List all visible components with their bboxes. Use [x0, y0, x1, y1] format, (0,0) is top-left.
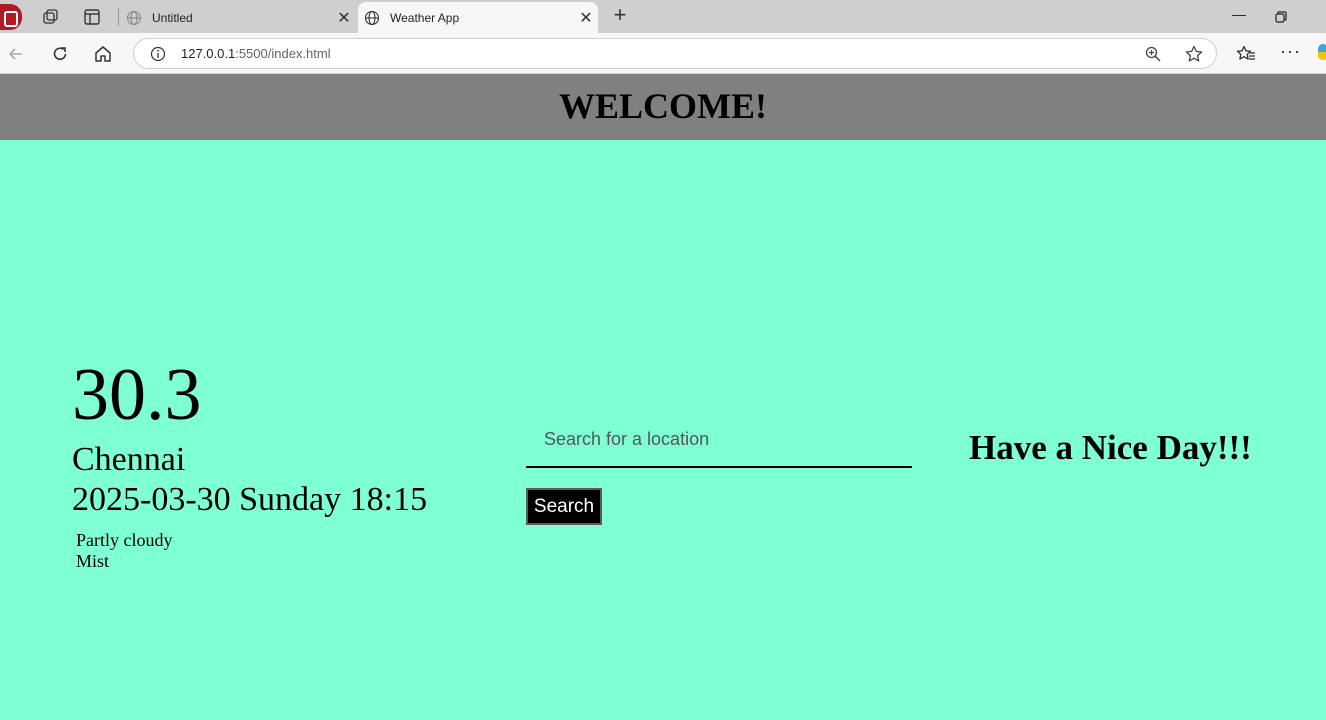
star-icon[interactable]: [1184, 44, 1204, 64]
condition-text: Partly cloudy: [76, 530, 173, 550]
url-path: :5500/index.html: [235, 46, 331, 61]
tab-title: Untitled: [152, 10, 193, 25]
date-time: 2025-03-30 Sunday 18:15: [72, 481, 428, 518]
temperature-value: 30.3: [72, 354, 202, 436]
url-text[interactable]: 127.0.0.1:5500/index.html: [181, 46, 331, 61]
plus-icon[interactable]: +: [608, 4, 632, 28]
close-icon[interactable]: ✕: [574, 8, 598, 28]
condition-text: Mist: [76, 551, 110, 571]
copilot-icon[interactable]: [1318, 44, 1326, 60]
close-icon[interactable]: ✕: [332, 8, 356, 28]
minimize-icon[interactable]: —: [1227, 6, 1251, 28]
tab-separator: [118, 8, 119, 26]
refresh-icon[interactable]: [50, 44, 70, 64]
url-host: 127.0.0.1: [181, 46, 236, 61]
globe-icon: [364, 10, 380, 25]
browser-toolbar: 127.0.0.1:5500/index.html ···: [0, 33, 1326, 74]
search-button[interactable]: Search: [526, 488, 602, 525]
page-title: WELCOME!: [558, 86, 767, 126]
restore-icon[interactable]: [1273, 9, 1289, 25]
tab-weather-app[interactable]: Weather App ✕: [358, 2, 598, 33]
greeting-text: Have a Nice Day!!!: [969, 428, 1252, 467]
city-name: Chennai: [72, 441, 186, 478]
globe-icon: [126, 10, 142, 25]
page-header: WELCOME!: [0, 74, 1326, 140]
home-icon[interactable]: [93, 44, 113, 64]
info-icon[interactable]: [150, 46, 166, 62]
zoom-icon[interactable]: [1144, 45, 1162, 63]
browser-tab-bar: Untitled ✕ Weather App ✕ + —: [0, 0, 1326, 33]
favorites-icon[interactable]: [1236, 44, 1256, 64]
workspaces-icon[interactable]: [40, 7, 60, 27]
vertical-tabs-icon[interactable]: [82, 7, 102, 27]
search-input[interactable]: [526, 418, 912, 468]
profile-avatar-icon[interactable]: [0, 4, 22, 30]
address-bar[interactable]: 127.0.0.1:5500/index.html: [133, 38, 1217, 69]
back-icon[interactable]: [6, 44, 26, 64]
more-icon[interactable]: ···: [1280, 41, 1301, 62]
tab-title: Weather App: [390, 10, 460, 25]
tab-untitled[interactable]: Untitled ✕: [120, 2, 356, 33]
